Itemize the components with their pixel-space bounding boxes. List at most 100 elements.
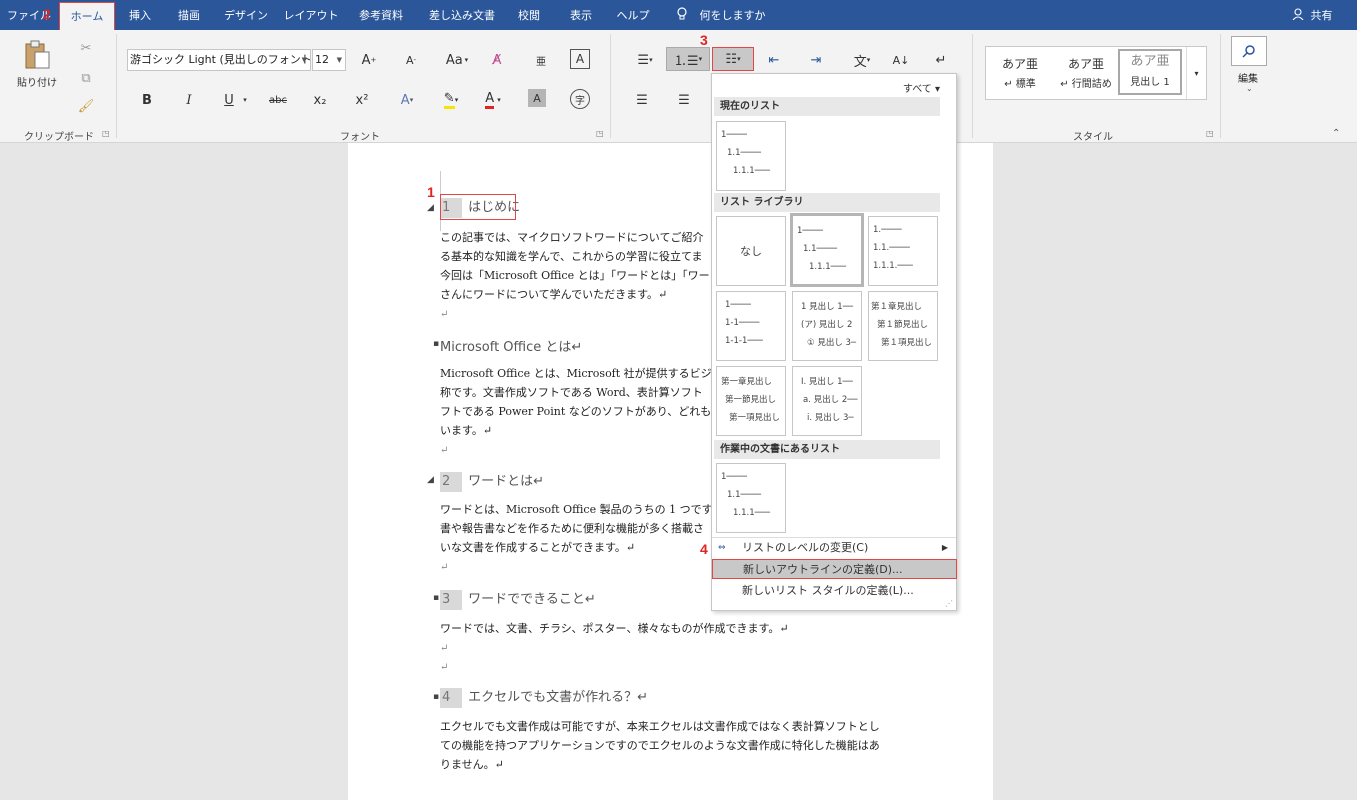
heading-number: 3 xyxy=(440,590,462,610)
tab-references[interactable]: 参考資料 xyxy=(350,0,412,30)
tab-review[interactable]: 校閲 xyxy=(508,0,550,30)
highlight-icon[interactable]: ✎ ▾ xyxy=(436,89,466,111)
tab-view[interactable]: 表示 xyxy=(560,0,602,30)
list-thumb-roman[interactable]: I. 見出し 1── a. 見出し 2── i. 見出し 3─ xyxy=(792,366,862,436)
style-heading-1[interactable]: あア亜 見出し 1 xyxy=(1118,49,1182,95)
collapse-triangle-icon[interactable]: ◢ xyxy=(427,475,434,485)
sort-icon[interactable]: A↓ xyxy=(890,49,912,71)
font-size-combo[interactable]: 12 ▼ xyxy=(312,49,346,71)
text-effects-icon[interactable]: A ▾ xyxy=(394,89,420,111)
align-center-icon[interactable]: ☰ xyxy=(674,89,694,111)
enclose-char-icon[interactable]: 字 xyxy=(570,89,590,109)
list-thumb-decimal[interactable]: 1──── 1.1──── 1.1.1─── xyxy=(790,213,864,287)
bold-button[interactable]: B xyxy=(138,89,156,111)
list-thumb-current[interactable]: 1──── 1.1──── 1.1.1─── xyxy=(716,121,786,191)
format-painter-icon[interactable]: 🖌 xyxy=(78,98,95,114)
style-normal[interactable]: あア亜 ↵ 標準 xyxy=(988,53,1052,90)
tab-layout[interactable]: レイアウト xyxy=(282,0,340,30)
thumb-line: 第一項見出し xyxy=(729,413,781,423)
heading-2[interactable]: 2 ワードとは↵ xyxy=(440,470,544,492)
show-marks-icon[interactable]: ↵ xyxy=(930,49,952,71)
style-name: ↵ 行間詰め xyxy=(1060,79,1112,90)
list-thumb-chapter-arabic[interactable]: 第１章見出し 第１節見出し 第１項見出し xyxy=(868,291,938,361)
copy-icon[interactable]: ⧉ xyxy=(78,70,94,86)
list-thumb-in-document[interactable]: 1──── 1.1──── 1.1.1─── xyxy=(716,463,786,533)
editing-label: 編集 xyxy=(1238,74,1258,85)
list-thumb-chapter-kanji[interactable]: 第一章見出し 第一節見出し 第一項見出し xyxy=(716,366,786,436)
multilevel-list-gallery: すべて ▾ 現在のリスト 1──── 1.1──── 1.1.1─── リスト … xyxy=(711,73,957,611)
share-button[interactable]: 共有 xyxy=(1292,0,1333,30)
thumb-line: I. 見出し 1── xyxy=(801,377,853,387)
cut-icon[interactable]: ✂ xyxy=(78,40,94,56)
thumb-line: i. 見出し 3─ xyxy=(807,413,854,423)
thumb-line: 1──── xyxy=(797,226,823,236)
thumb-line: 1.1.──── xyxy=(873,243,910,253)
paragraph-line: ワードとは、Microsoft Office 製品のうちの 1 つです xyxy=(440,503,713,516)
tab-insert[interactable]: 挿入 xyxy=(120,0,160,30)
grow-font-icon[interactable]: A + xyxy=(358,49,380,71)
tell-me-search[interactable]: 何をしますか xyxy=(676,0,766,30)
resize-grip-icon[interactable]: ⋰ xyxy=(945,599,953,608)
thumb-line: 1-1──── xyxy=(725,318,760,328)
styles-launcher-icon[interactable]: ◳ xyxy=(1206,129,1214,138)
list-thumb-decimal-dot[interactable]: 1.──── 1.1.──── 1.1.1.─── xyxy=(868,216,938,286)
tab-design[interactable]: デザイン xyxy=(220,0,272,30)
menu-label: 新しいアウトラインの定義(D)... xyxy=(743,563,903,576)
gallery-filter-dropdown[interactable]: すべて ▾ xyxy=(903,80,940,95)
clipboard-launcher-icon[interactable]: ◳ xyxy=(102,129,110,138)
heading-office[interactable]: Microsoft Office とは↵ xyxy=(440,336,582,355)
shrink-font-icon[interactable]: A- xyxy=(400,49,422,71)
style-no-spacing[interactable]: あア亜 ↵ 行間詰め xyxy=(1054,53,1118,90)
heading-4[interactable]: 4 エクセルでも文書が作れる？↵ xyxy=(440,686,648,708)
font-color-icon[interactable]: A ▾ xyxy=(478,89,508,111)
paragraph-line: 書や報告書などを作るために便利な機能が多く搭載さ xyxy=(440,522,704,535)
increase-indent-icon[interactable]: ⇥ xyxy=(806,49,826,71)
char-border-icon[interactable]: A xyxy=(570,49,590,69)
strikethrough-button[interactable]: abc xyxy=(266,89,290,111)
superscript-button[interactable]: x² xyxy=(352,89,372,111)
tab-mailings[interactable]: 差し込み文書 xyxy=(422,0,502,30)
font-size-value: 12 xyxy=(315,53,329,66)
tab-home[interactable]: ホーム xyxy=(59,2,115,30)
font-launcher-icon[interactable]: ◳ xyxy=(596,129,604,138)
numbering-icon[interactable]: ⒈☰ ▾ xyxy=(666,47,710,71)
thumb-none-label: なし xyxy=(740,245,762,258)
find-button[interactable] xyxy=(1231,36,1267,66)
menu-define-new-list-style[interactable]: 新しいリスト スタイルの定義(L)... xyxy=(712,581,956,601)
paste-button[interactable]: 貼り付け xyxy=(14,38,60,90)
phonetic-guide-icon[interactable]: 亜 xyxy=(530,49,552,71)
decrease-indent-icon[interactable]: ⇤ xyxy=(764,49,784,71)
italic-button[interactable]: I xyxy=(180,89,198,111)
list-thumb-heading-katakana[interactable]: 1 見出し 1── (ア) 見出し 2 ① 見出し 3─ xyxy=(792,291,862,361)
heading-3[interactable]: 3 ワードでできること↵ xyxy=(440,588,596,610)
subscript-button[interactable]: x₂ xyxy=(310,89,330,111)
styles-more-icon[interactable]: ▾ xyxy=(1186,47,1206,99)
align-left-icon[interactable]: ☰ xyxy=(632,89,652,111)
list-thumb-none[interactable]: なし xyxy=(716,216,786,286)
font-name-value: 游ゴシック Light (見出しのフォント) xyxy=(130,53,311,66)
tab-help[interactable]: ヘルプ xyxy=(612,0,654,30)
paragraph-line: います。↵ xyxy=(440,424,493,437)
list-thumb-hyphen[interactable]: 1──── 1-1──── 1-1-1─── xyxy=(716,291,786,361)
thumb-line: 1.1.1─── xyxy=(733,166,770,176)
lightbulb-icon xyxy=(676,7,692,22)
collapse-triangle-icon[interactable]: ◢ xyxy=(427,203,434,213)
font-name-combo[interactable]: 游ゴシック Light (見出しのフォント) ▼ xyxy=(127,49,311,71)
multilevel-list-icon[interactable]: ☷ ▾ xyxy=(712,47,754,71)
thumb-line: 第１項見出し xyxy=(881,338,933,348)
asian-layout-icon[interactable]: 文 ▾ xyxy=(848,49,876,71)
style-name: ↵ 標準 xyxy=(1004,79,1036,90)
thumb-line: 1.1.1─── xyxy=(733,508,770,518)
tab-draw[interactable]: 描画 xyxy=(168,0,210,30)
underline-button[interactable]: U xyxy=(220,89,238,111)
chevron-down-icon[interactable]: ⌄ xyxy=(1246,84,1253,93)
menu-change-list-level[interactable]: ⇔ リストのレベルの変更(C) ▶ xyxy=(712,538,956,558)
char-shading-icon[interactable]: A xyxy=(528,89,546,107)
chevron-down-icon[interactable]: ▾ xyxy=(240,89,250,111)
menu-define-new-outline[interactable]: 新しいアウトラインの定義(D)... xyxy=(712,559,957,579)
collapse-ribbon-icon[interactable]: ⌃ xyxy=(1332,128,1340,139)
group-separator xyxy=(972,34,973,138)
change-case-icon[interactable]: Aa ▾ xyxy=(443,49,471,71)
clear-format-icon[interactable]: A̸ xyxy=(486,49,508,71)
bullets-icon[interactable]: ☰ ▾ xyxy=(630,49,660,71)
